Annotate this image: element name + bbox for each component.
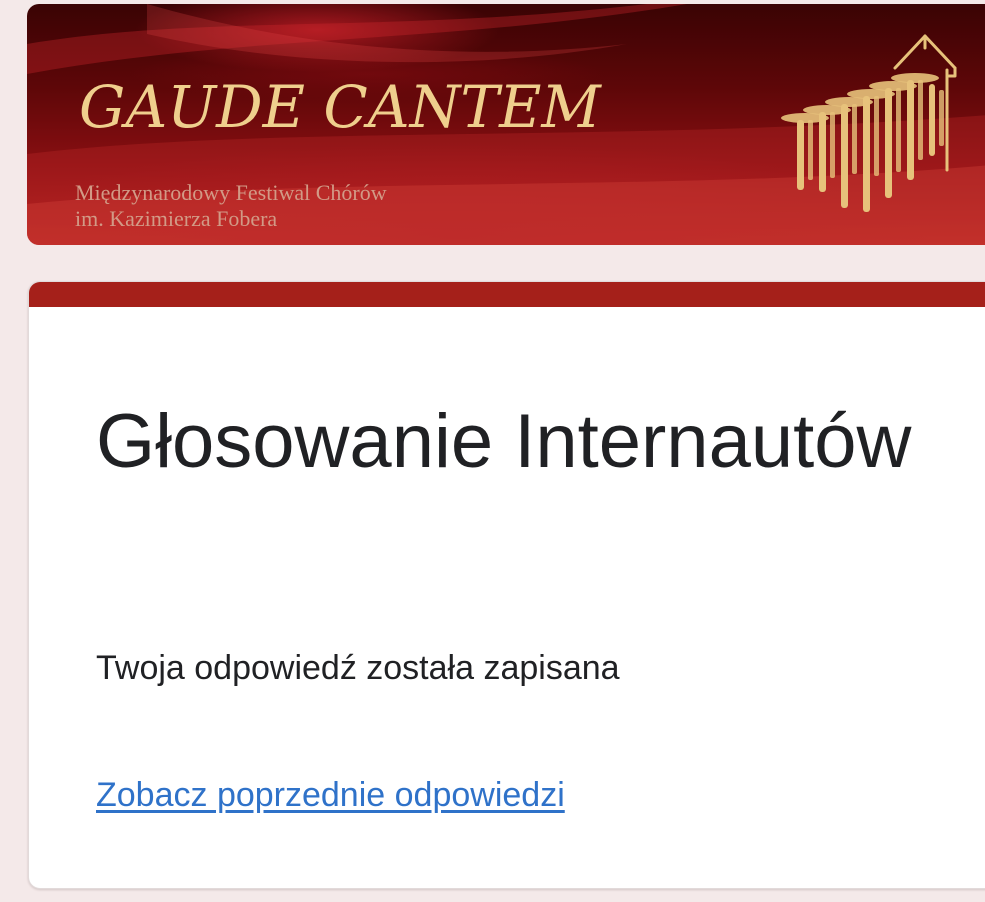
- form-card: Głosowanie Internautów Twoja odpowiedź z…: [28, 281, 985, 889]
- form-title: Głosowanie Internautów: [96, 399, 912, 484]
- banner-subtitle-line1: Międzynarodowy Festiwal Chórów: [75, 180, 387, 205]
- header-banner: GAUDE CANTEM Międzynarodowy Festiwal Chó…: [27, 4, 985, 245]
- view-previous-responses-link[interactable]: Zobacz poprzednie odpowiedzi: [96, 775, 565, 816]
- organ-pipes-church-icon: [781, 34, 957, 212]
- confirmation-message: Twoja odpowiedź została zapisana: [96, 649, 620, 687]
- banner-title: GAUDE CANTEM: [79, 73, 601, 141]
- banner-subtitle-line2: im. Kazimierza Fobera: [75, 206, 278, 231]
- card-accent-bar: [29, 282, 985, 307]
